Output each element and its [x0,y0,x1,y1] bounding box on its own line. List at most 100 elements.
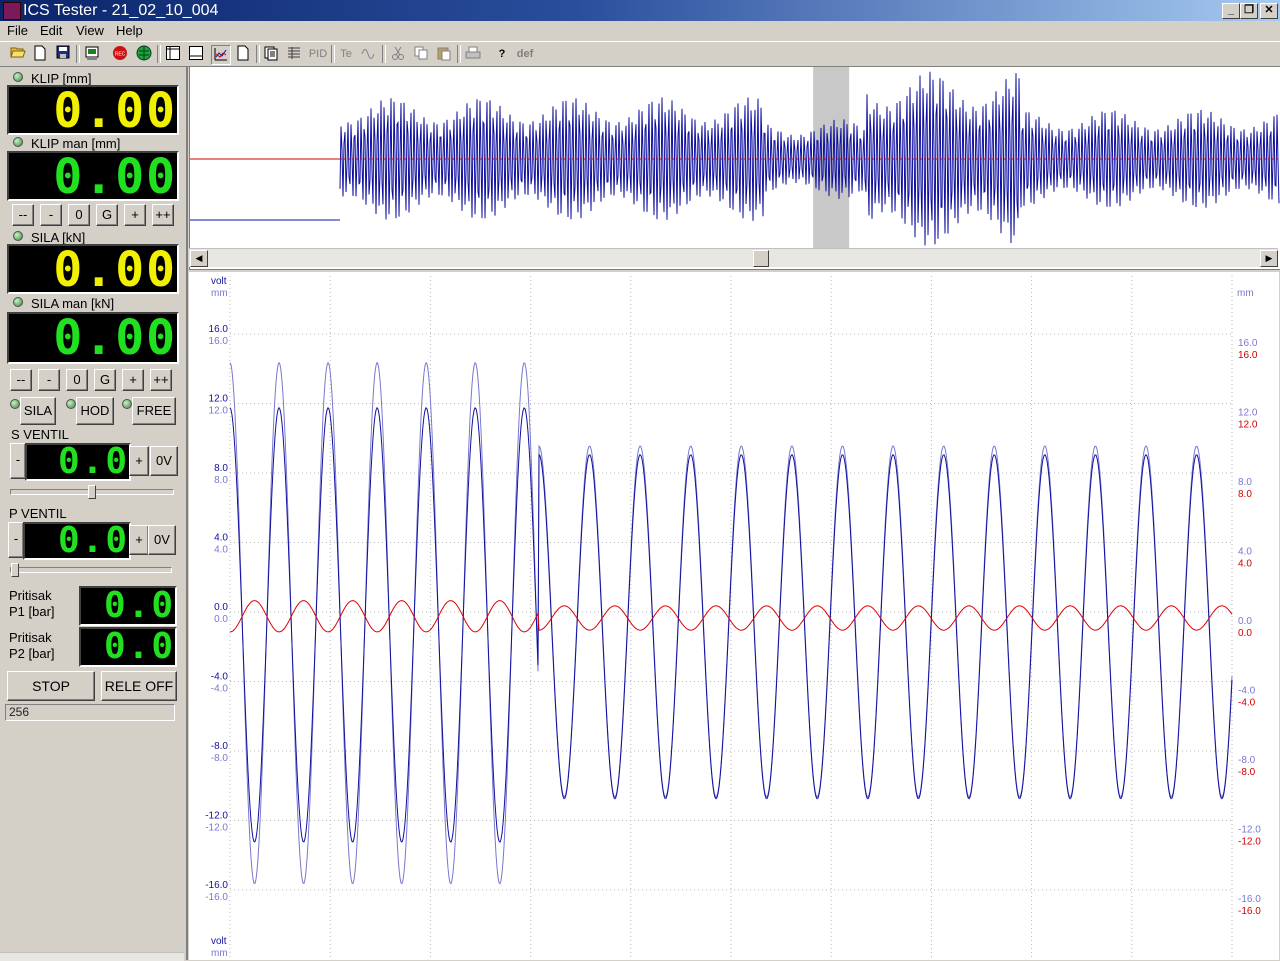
p-ventil-slider-thumb[interactable] [11,563,19,577]
right-tick-label: -8.0 [1238,755,1256,766]
report-icon[interactable] [262,45,280,63]
toolbar-separator [331,45,335,63]
p-ventil-display: 0.0 [23,522,131,560]
left-tick-label: -12.0 [205,811,228,822]
def-icon[interactable]: def [514,45,536,63]
menu-file[interactable]: File [7,23,28,38]
stop-button[interactable]: STOP [7,671,95,701]
klip-plus-button[interactable]: + [124,204,146,226]
right-tick-label: 8.0 [1238,477,1252,488]
sila-minus-minus-button[interactable]: -- [10,369,32,391]
p-ventil-label: P VENTIL [9,506,67,521]
layout-split-icon[interactable] [187,45,205,63]
klip-led [13,72,23,82]
bottom-unit-label: volt [211,936,227,947]
klip-minus-minus-button[interactable]: -- [12,204,34,226]
toolbar-separator [256,45,260,63]
copy-icon[interactable] [412,45,430,63]
restore-button[interactable]: ❐ [1240,3,1258,19]
mode-free-led [122,399,132,409]
scroll-left-button[interactable]: ◀ [190,250,208,267]
left-unit-label: volt [211,276,227,287]
left-tick-label: -16.0 [205,892,228,903]
left-tick-label: -4.0 [211,684,229,695]
sila-man-label: SILA man [kN] [31,296,115,311]
p-ventil-zero-button[interactable]: 0V [148,525,176,555]
main-chart-area[interactable]: volt mm mm volt mm 16.0 16.0 16.0 16.0 12.0 12.0 12… [189,272,1279,960]
open-folder-icon[interactable] [9,45,27,63]
p-ventil-plus-button[interactable]: + [129,525,149,555]
s-ventil-slider-thumb[interactable] [88,485,96,499]
rele-off-button[interactable]: RELE OFF [101,671,177,701]
klip-plus-plus-button[interactable]: ++ [152,204,174,226]
s-ventil-plus-button[interactable]: + [129,446,149,476]
sila-zero-button[interactable]: 0 [66,369,88,391]
paste-icon[interactable] [435,45,453,63]
s-ventil-slider[interactable] [10,485,174,499]
close-button[interactable]: ✕ [1260,3,1278,19]
chart-icon[interactable] [211,45,231,65]
globe-icon[interactable] [135,45,153,63]
control-panel: KLIP [mm] 0.00 KLIP man [mm] 0.00 -- - 0… [0,66,188,961]
print-preview-icon[interactable] [83,45,101,63]
sila-g-button[interactable]: G [94,369,116,391]
menu-view[interactable]: View [76,23,104,38]
sila-plus-button[interactable]: + [122,369,144,391]
minimize-button[interactable]: _ [1222,3,1240,19]
cut-icon[interactable] [389,45,407,63]
left-tick-label: 16.0 [209,336,229,347]
p-ventil-minus-button[interactable]: - [8,522,24,558]
layout-panel-icon[interactable] [164,45,182,63]
klip-man-display: 0.00 [7,151,179,201]
grid-icon[interactable] [285,45,303,63]
mode-sila-button[interactable]: SILA [20,397,56,425]
left-tick-label: -8.0 [211,753,229,764]
overview-panel[interactable] [189,66,1280,270]
menu-help[interactable]: Help [116,23,143,38]
left-tick-label: -16.0 [205,880,228,891]
help-icon[interactable]: ? [493,45,511,63]
scroll-right-button[interactable]: ▶ [1260,250,1278,267]
sila-minus-button[interactable]: - [38,369,60,391]
mode-sila-led [10,399,20,409]
main-chart[interactable]: voltmm mmvoltmm16.016.0 16.016.012.012.0 12… [189,272,1279,960]
mode-hod-led [66,399,76,409]
right-tick-label: 0.0 [1238,616,1252,627]
mode-free-button[interactable]: FREE [132,397,176,425]
svg-text:REC: REC [115,52,126,58]
new-file-icon[interactable] [31,45,49,63]
pid-icon[interactable]: PID [308,45,328,63]
right-tick-label: 12.0 [1238,408,1258,419]
right-tick-label: 16.0 [1238,338,1258,349]
right-tick-label: -12.0 [1238,837,1261,848]
sila-man-display: 0.00 [7,312,179,364]
overview-plot[interactable] [190,67,1280,249]
record-icon[interactable]: REC [111,45,129,63]
menu-edit[interactable]: Edit [40,23,62,38]
klip-label: KLIP [mm] [31,71,92,86]
klip-man-label: KLIP man [mm] [31,136,121,151]
p2-display: 0.0 [79,627,177,667]
overview-scrollbar[interactable]: ◀ ▶ [189,248,1278,267]
s-ventil-minus-button[interactable]: - [10,443,26,479]
sila-plus-plus-button[interactable]: ++ [150,369,172,391]
klip-man-led [13,137,23,147]
right-unit-label: mm [1237,288,1254,299]
p-ventil-slider[interactable] [10,563,172,577]
p1-label-line1: Pritisak [9,588,52,603]
page-icon[interactable] [234,45,252,63]
right-tick-label: -8.0 [1238,767,1256,778]
klip-zero-button[interactable]: 0 [68,204,90,226]
scroll-thumb[interactable] [753,250,769,267]
wave-icon[interactable] [360,45,378,63]
save-icon[interactable] [54,45,72,63]
te-icon[interactable]: Te [337,45,355,63]
klip-minus-button[interactable]: - [40,204,62,226]
left-tick-label: 4.0 [214,533,228,544]
print-icon[interactable] [464,45,482,63]
klip-g-button[interactable]: G [96,204,118,226]
title-bar: ICS Tester - 21_02_10_004 _ ❐ ✕ [0,0,1280,21]
s-ventil-zero-button[interactable]: 0V [150,446,178,476]
mode-hod-button[interactable]: HOD [76,397,114,425]
window-title: ICS Tester - 21_02_10_004 [23,2,219,19]
